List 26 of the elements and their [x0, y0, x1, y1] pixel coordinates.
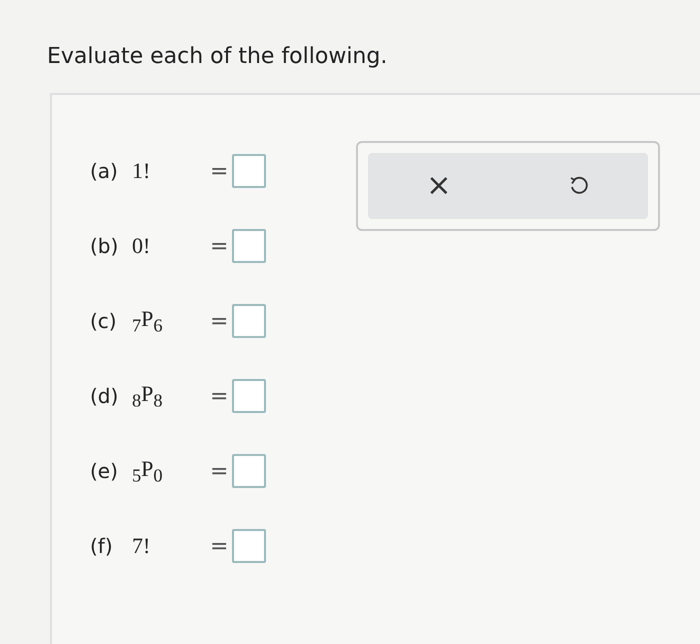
instruction-text: Evaluate each of the following. [47, 44, 388, 69]
problem-label: (a) [90, 159, 119, 183]
answer-box[interactable] [232, 229, 266, 263]
problem-label: (c) [90, 309, 118, 333]
math-expression: $_{7}$P$_{6}$ [132, 306, 164, 336]
equals-sign: = [210, 234, 230, 258]
problem-label: (b) [90, 234, 120, 258]
equals-sign: = [210, 534, 230, 558]
equals-sign: = [210, 458, 230, 484]
problem-label: (e) [90, 459, 119, 483]
problem-label: (f) [90, 534, 114, 558]
answer-box[interactable] [232, 454, 266, 488]
math-expression: $_{8}$P$_{8}$ [132, 380, 164, 412]
equals-sign: = [210, 384, 230, 408]
math-expression: 7! [132, 533, 152, 559]
equals-sign: = [210, 158, 230, 184]
answer-box[interactable] [232, 529, 266, 563]
problem-label: (d) [90, 384, 120, 408]
math-expression: $_{5}$P$_{0}$ [132, 456, 164, 486]
answer-box[interactable] [232, 154, 266, 188]
clear-button[interactable]: × [420, 171, 458, 201]
math-expression: 0! [132, 233, 152, 259]
math-expression: 1! [132, 158, 152, 184]
answer-box[interactable] [232, 379, 266, 413]
answer-box[interactable] [232, 304, 266, 338]
equals-sign: = [210, 308, 230, 334]
